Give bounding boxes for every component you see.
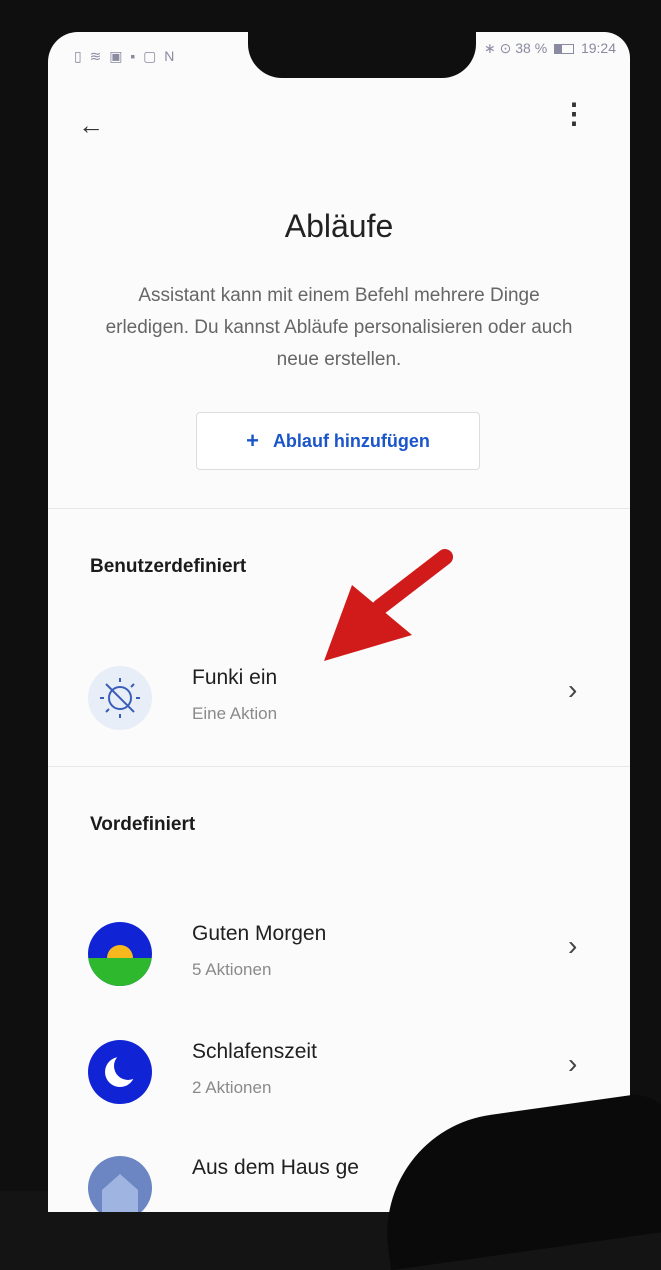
routine-actions: 5 Aktionen xyxy=(192,960,272,979)
routine-actions: Eine Aktion xyxy=(192,704,278,723)
divider xyxy=(48,766,630,767)
moon-icon xyxy=(88,1040,152,1104)
add-routine-label: Ablauf hinzufügen xyxy=(272,430,430,451)
chevron-right-icon: › xyxy=(568,930,578,961)
section-predefined-heading: Vordefiniert xyxy=(90,814,196,835)
red-pointer-arrow-icon xyxy=(324,549,453,661)
chevron-right-icon: › xyxy=(568,674,578,705)
status-right: ∗ ⊙ 38 % 19:24 xyxy=(484,40,616,57)
status-icons: ▯ ≋ ▣ ▪ ▢ N xyxy=(74,48,177,64)
routine-actions: 2 Aktionen xyxy=(192,1078,272,1097)
back-arrow-icon[interactable]: ← xyxy=(78,110,104,141)
add-routine-button[interactable]: + Ablauf hinzufügen xyxy=(196,412,480,470)
house-icon xyxy=(88,1156,152,1212)
no-signal-icon xyxy=(88,666,152,730)
section-custom-heading: Benutzerdefiniert xyxy=(90,556,247,577)
chevron-right-icon: › xyxy=(568,1048,578,1079)
clock: 19:24 xyxy=(580,40,616,56)
routine-row-schlafenszeit[interactable]: Schlafenszeit 2 Aktionen › xyxy=(48,1034,630,1110)
routine-name: Schlafenszeit xyxy=(192,1040,317,1063)
routine-row-guten-morgen[interactable]: Guten Morgen 5 Aktionen › xyxy=(48,916,630,992)
battery-percent: 38 % xyxy=(515,40,548,56)
page-description: Assistant kann mit einem Befehl mehrere … xyxy=(105,285,573,370)
page-title: Abläufe xyxy=(284,208,394,244)
routine-name: Guten Morgen xyxy=(192,922,327,945)
sunrise-icon xyxy=(88,922,152,986)
camera-notch xyxy=(248,32,476,78)
plus-icon: + xyxy=(246,428,259,453)
divider xyxy=(48,508,630,509)
routine-name: Aus dem Haus ge xyxy=(192,1156,359,1179)
more-menu-icon[interactable]: ⋮ xyxy=(560,100,588,128)
routine-name: Funki ein xyxy=(192,666,278,689)
battery-icon xyxy=(554,44,575,55)
bluetooth-icon: ∗ xyxy=(484,40,496,56)
alarm-icon: ⊙ xyxy=(499,40,512,56)
